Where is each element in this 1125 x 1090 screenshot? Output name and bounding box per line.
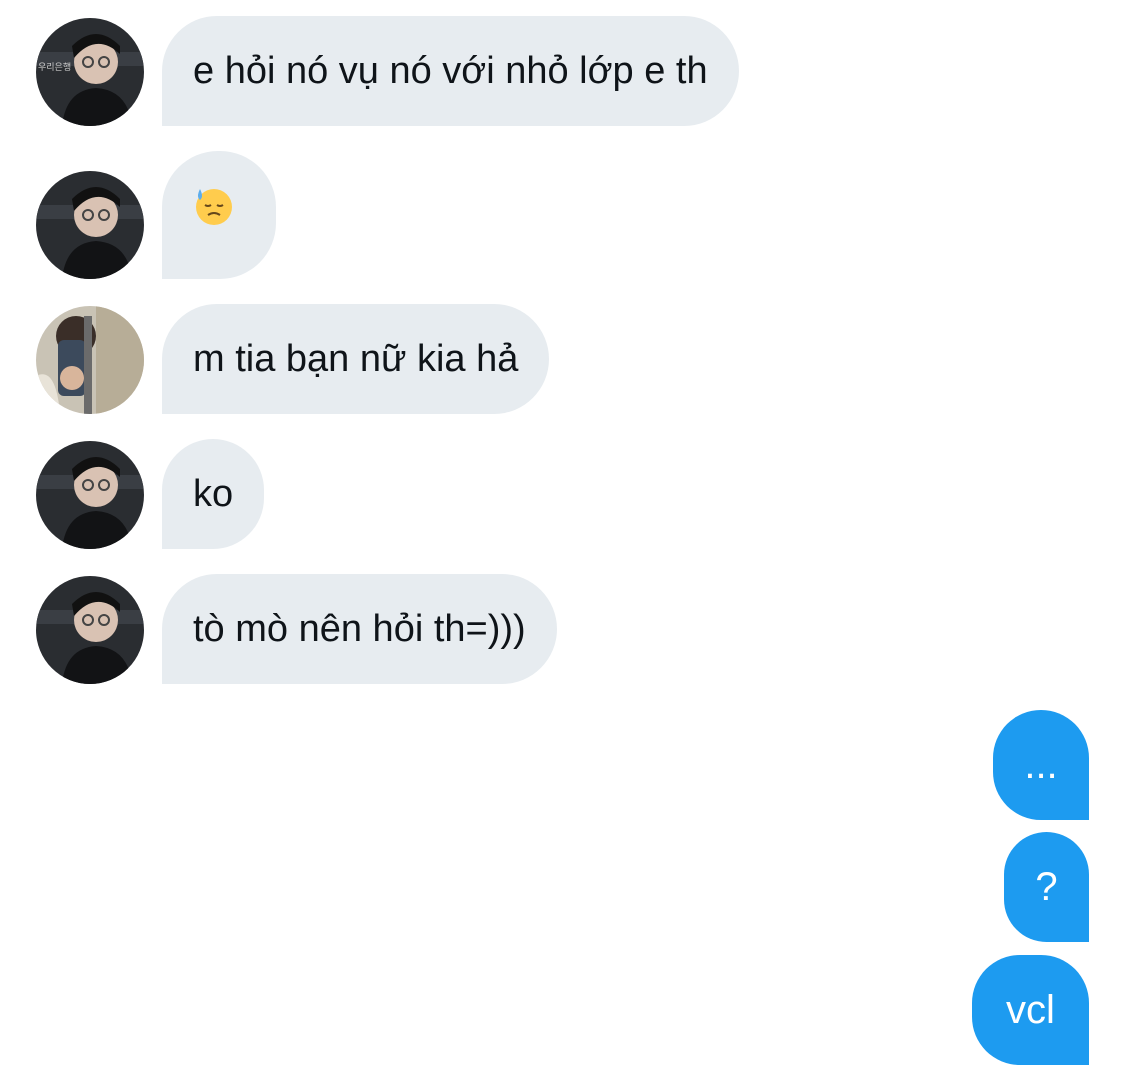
- avatar-photo-icon: [36, 171, 144, 279]
- svg-text:우리은행: 우리은행: [38, 61, 71, 73]
- sender-avatar[interactable]: 우리은행: [36, 18, 144, 126]
- outgoing-message-bubble[interactable]: ?: [1004, 832, 1089, 942]
- incoming-message-bubble[interactable]: e hỏi nó vụ nó với nhỏ lớp e th: [162, 16, 739, 126]
- outgoing-message-bubble[interactable]: ...: [993, 710, 1089, 820]
- message-text: tò mò nên hỏi th=))): [193, 608, 526, 650]
- message-text: m tia bạn nữ kia hả: [193, 338, 519, 380]
- sender-avatar[interactable]: [36, 306, 144, 414]
- message-text: ...: [1024, 743, 1058, 787]
- avatar-photo-icon: [36, 576, 144, 684]
- avatar-photo-icon: [36, 441, 144, 549]
- message-text: ko: [193, 473, 234, 515]
- avatar-photo-icon: [36, 306, 144, 414]
- sender-avatar[interactable]: [36, 576, 144, 684]
- downcast-face-with-sweat-emoji: [196, 188, 232, 225]
- outgoing-message-bubble[interactable]: vcl: [972, 955, 1089, 1065]
- message-text: ?: [1035, 865, 1058, 909]
- sender-avatar[interactable]: [36, 441, 144, 549]
- incoming-message-bubble[interactable]: ko: [162, 439, 265, 549]
- message-thread: 우리은행 e hỏi nó vụ nó với nhỏ lớp e th m t…: [0, 0, 1125, 1090]
- incoming-message-bubble[interactable]: m tia bạn nữ kia hả: [162, 304, 550, 414]
- message-text: vcl: [1006, 988, 1055, 1032]
- incoming-message-bubble[interactable]: [162, 151, 276, 279]
- incoming-message-bubble[interactable]: tò mò nên hỏi th=))): [162, 574, 557, 684]
- avatar-photo-icon: 우리은행: [36, 18, 144, 126]
- sender-avatar[interactable]: [36, 171, 144, 279]
- message-text: e hỏi nó vụ nó với nhỏ lớp e th: [193, 50, 708, 92]
